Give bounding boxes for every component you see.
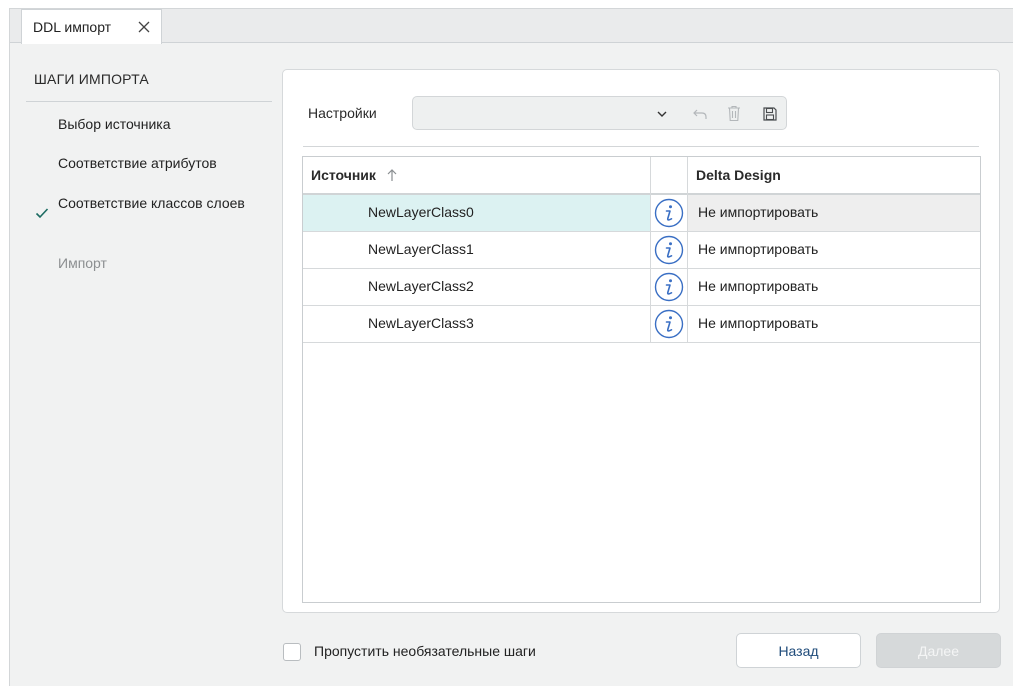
save-icon[interactable]	[762, 106, 778, 122]
step-layer-class-mapping[interactable]: Соответствие классов слоев	[58, 193, 248, 213]
settings-dropdown[interactable]	[412, 96, 787, 130]
target-cell[interactable]: Не импортировать	[688, 232, 980, 268]
column-header-source[interactable]: Источник	[311, 157, 398, 193]
info-button[interactable]	[651, 306, 687, 342]
source-cell: NewLayerClass1	[303, 232, 650, 268]
target-value: Не импортировать	[698, 315, 819, 331]
source-cell: NewLayerClass0	[303, 195, 650, 231]
import-window: DDL импорт ШАГИ ИМПОРТА Выбор источника …	[9, 8, 1013, 686]
step-select-source[interactable]: Выбор источника	[58, 114, 248, 134]
back-button[interactable]: Назад	[736, 633, 861, 668]
info-icon	[654, 198, 684, 228]
tab-ddl-import[interactable]: DDL импорт	[21, 9, 162, 44]
step-attribute-mapping[interactable]: Соответствие атрибутов	[58, 153, 248, 173]
table-header: Источник Delta Design	[303, 157, 980, 195]
chevron-down-icon[interactable]	[656, 108, 668, 120]
tab-bar: DDL импорт	[10, 9, 1013, 44]
source-name: NewLayerClass1	[368, 241, 474, 257]
info-icon	[654, 272, 684, 302]
info-button[interactable]	[651, 195, 687, 231]
target-cell[interactable]: Не импортировать	[688, 195, 980, 231]
table-row[interactable]: NewLayerClass1 Не импортировать	[303, 232, 980, 269]
target-value: Не импортировать	[698, 278, 819, 294]
undo-icon	[693, 109, 707, 119]
sort-ascending-icon[interactable]	[386, 168, 398, 182]
info-button[interactable]	[651, 232, 687, 268]
table-row[interactable]: NewLayerClass2 Не импортировать	[303, 269, 980, 306]
target-value: Не импортировать	[698, 204, 819, 220]
source-name: NewLayerClass3	[368, 315, 474, 331]
step-import: Импорт	[58, 255, 107, 271]
source-cell: NewLayerClass2	[303, 269, 650, 305]
table-row[interactable]: NewLayerClass0 Не импортировать	[303, 195, 980, 232]
info-button[interactable]	[651, 269, 687, 305]
skip-optional-checkbox[interactable]	[283, 643, 301, 661]
settings-label: Настройки	[308, 105, 377, 121]
info-icon	[654, 235, 684, 265]
target-cell[interactable]: Не импортировать	[688, 269, 980, 305]
source-name: NewLayerClass0	[368, 204, 474, 220]
source-cell: NewLayerClass3	[303, 306, 650, 342]
checkmark-icon	[35, 208, 49, 219]
column-header-source-label: Источник	[311, 167, 376, 183]
steps-divider	[26, 101, 272, 102]
target-cell[interactable]: Не импортировать	[688, 306, 980, 342]
settings-divider	[303, 146, 979, 147]
next-button: Далее	[876, 633, 1001, 668]
source-name: NewLayerClass2	[368, 278, 474, 294]
skip-optional-label[interactable]: Пропустить необязательные шаги	[314, 643, 536, 659]
table-row[interactable]: NewLayerClass3 Не импортировать	[303, 306, 980, 343]
close-icon[interactable]	[137, 20, 151, 34]
column-header-target[interactable]: Delta Design	[696, 157, 781, 193]
steps-title: ШАГИ ИМПОРТА	[34, 71, 149, 87]
info-icon	[654, 309, 684, 339]
mapping-table: Источник Delta Design NewLayerClass0 Не …	[302, 156, 981, 603]
target-value: Не импортировать	[698, 241, 819, 257]
mapping-panel: Настройки Источник Delta Design NewLayer…	[282, 69, 1000, 613]
trash-icon	[728, 105, 740, 122]
tab-title: DDL импорт	[33, 19, 112, 35]
